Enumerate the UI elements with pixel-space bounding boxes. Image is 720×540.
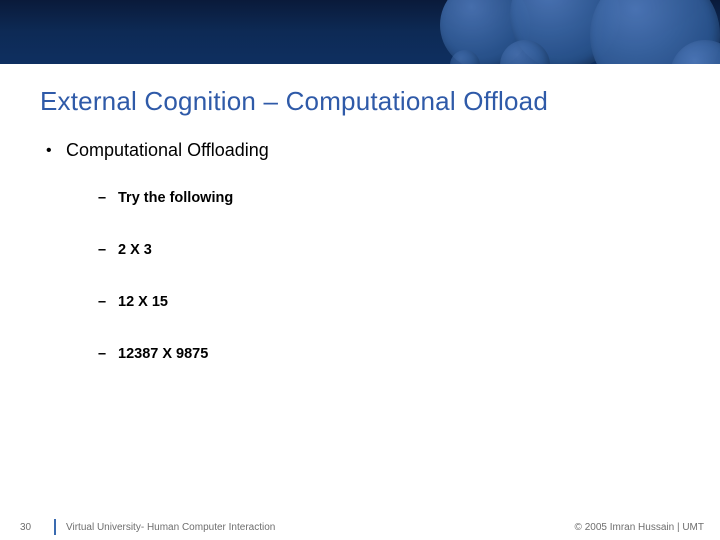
footer-copyright: © 2005 Imran Hussain | UMT <box>575 522 720 533</box>
footer: 30 Virtual University- Human Computer In… <box>0 514 720 540</box>
slide-body: • Computational Offloading – Try the fol… <box>46 140 680 398</box>
bullet-level2: – Try the following <box>98 190 680 206</box>
footer-separator <box>54 519 56 535</box>
top-band <box>0 0 720 64</box>
bullet-level1: • Computational Offloading <box>46 140 680 162</box>
bullet-level2: – 2 X 3 <box>98 242 680 258</box>
bullet-level2: – 12 X 15 <box>98 294 680 310</box>
footer-course: Virtual University- Human Computer Inter… <box>66 522 575 533</box>
bullet-text: Try the following <box>118 190 233 206</box>
bullet-dot-icon: • <box>46 140 66 162</box>
bullet-text: Computational Offloading <box>66 140 269 161</box>
dash-icon: – <box>98 190 118 206</box>
bullet-text: 2 X 3 <box>118 242 152 258</box>
bullet-level2: – 12387 X 9875 <box>98 346 680 362</box>
slide: External Cognition – Computational Offlo… <box>0 0 720 540</box>
bullet-text: 12387 X 9875 <box>118 346 208 362</box>
slide-title: External Cognition – Computational Offlo… <box>40 86 548 117</box>
bullet-text: 12 X 15 <box>118 294 168 310</box>
dash-icon: – <box>98 294 118 310</box>
decorative-bubbles <box>410 0 720 64</box>
page-number: 30 <box>0 522 54 533</box>
dash-icon: – <box>98 346 118 362</box>
dash-icon: – <box>98 242 118 258</box>
